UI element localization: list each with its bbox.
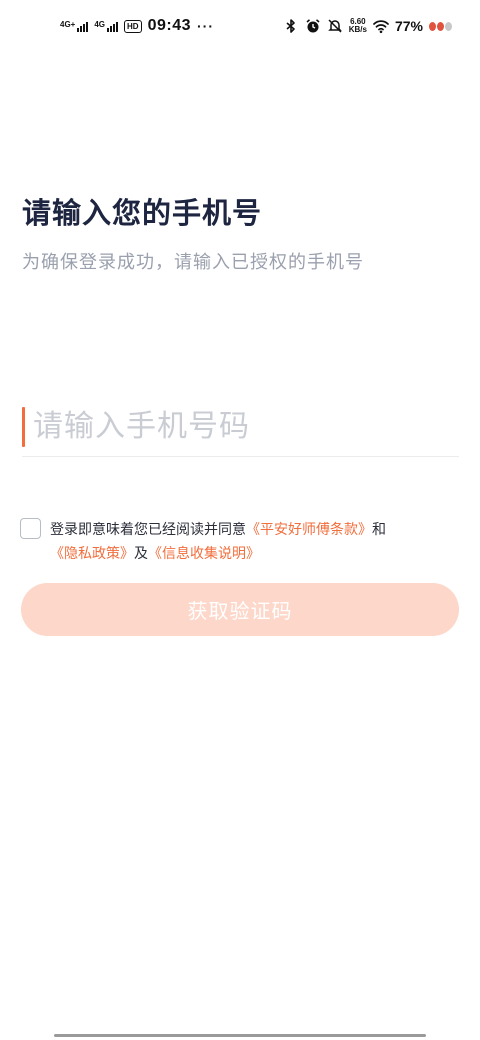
signal-icon xyxy=(107,21,119,32)
terms-link[interactable]: 《平安好师傅条款》 xyxy=(246,522,372,538)
get-verification-code-button[interactable]: 获取验证码 xyxy=(21,583,459,636)
login-screen: 4G+ 4G HD 09:43 ··· 6.60 KB/s 77% 请输入您的手… xyxy=(0,0,480,1040)
network-speed-unit: KB/s xyxy=(348,25,367,34)
input-cursor xyxy=(22,406,25,447)
agreement-and2: 及 xyxy=(134,546,148,562)
page-subtitle: 为确保登录成功，请输入已授权的手机号 xyxy=(22,252,364,273)
network-speed: 6.60 KB/s xyxy=(349,18,367,34)
mute-icon xyxy=(327,19,342,33)
status-bar: 4G+ 4G HD 09:43 ··· 6.60 KB/s 77% xyxy=(0,0,480,52)
gesture-navigation-bar[interactable] xyxy=(54,1034,426,1037)
app-notification-icons xyxy=(429,21,452,31)
status-bar-right: 6.60 KB/s 77% xyxy=(283,18,452,34)
signal-sim1: 4G+ xyxy=(60,19,89,32)
agreement-checkbox[interactable] xyxy=(20,518,41,539)
privacy-policy-link[interactable]: 《隐私政策》 xyxy=(50,546,134,562)
agreement-prefix: 登录即意味着您已经阅读并同意 xyxy=(50,522,246,538)
hd-voice-badge: HD xyxy=(124,19,142,33)
signal-icon xyxy=(77,21,89,32)
page-title: 请输入您的手机号 xyxy=(22,196,263,230)
battery-percentage: 77% xyxy=(394,18,423,34)
status-bar-left: 4G+ 4G HD 09:43 ··· xyxy=(60,17,214,35)
agreement-row: 登录即意味着您已经阅读并同意《平安好师傅条款》和《隐私政策》及《信息收集说明》 xyxy=(20,518,460,566)
agreement-and: 和 xyxy=(372,522,386,538)
signal-sim2: 4G xyxy=(94,19,119,32)
phone-number-input[interactable] xyxy=(33,409,433,444)
network-type-label: 4G+ xyxy=(60,19,76,29)
phone-input-row xyxy=(22,397,459,457)
wifi-icon xyxy=(373,20,389,34)
clock: 09:43 xyxy=(147,17,191,34)
more-notifications-icon: ··· xyxy=(197,18,214,34)
network-type-label: 4G xyxy=(94,19,106,29)
alarm-icon xyxy=(306,19,320,33)
agreement-text: 登录即意味着您已经阅读并同意《平安好师傅条款》和《隐私政策》及《信息收集说明》 xyxy=(50,518,450,566)
bluetooth-icon xyxy=(286,19,295,33)
info-collection-link[interactable]: 《信息收集说明》 xyxy=(148,546,260,562)
